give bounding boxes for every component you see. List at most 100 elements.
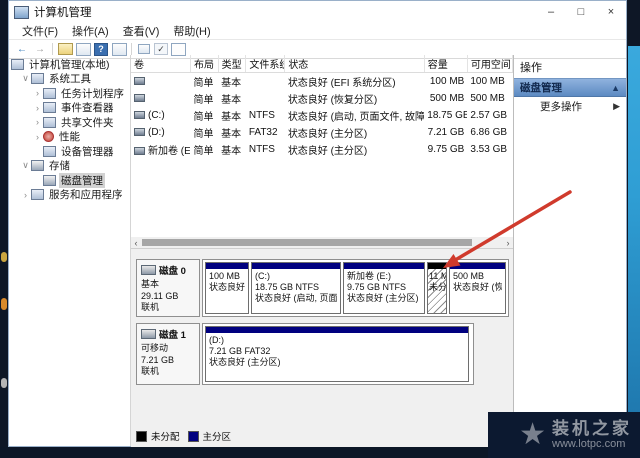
expander-icon[interactable]: ∨	[21, 160, 30, 171]
event-viewer-icon	[43, 102, 56, 113]
col-capacity[interactable]: 容量	[424, 55, 467, 73]
actions-pane: 操作 磁盘管理 ▲ 更多操作 ▶	[513, 55, 626, 446]
graphical-view: 磁盘 0 基本 29.11 GB 联机 100 MB 状	[131, 248, 513, 447]
expander-icon[interactable]: ∨	[21, 73, 30, 84]
col-type[interactable]: 类型	[218, 55, 246, 73]
actions-section-disk-management[interactable]: 磁盘管理 ▲	[514, 78, 626, 97]
shared-folders-icon	[43, 117, 56, 128]
system-tools-icon	[31, 73, 44, 84]
disk-0-strip: 100 MB 状态良好 (C:) 18.75 GB NTFS 状态良好 (启动,…	[202, 259, 509, 317]
storage-icon	[31, 160, 44, 171]
disk-1-row: 磁盘 1 可移动 7.21 GB 联机 (D:) 7.21 GB FAT32	[136, 323, 474, 385]
volume-icon	[134, 94, 145, 102]
expander-icon[interactable]: ›	[33, 88, 42, 98]
app-icon	[14, 6, 29, 19]
desktop-icon[interactable]	[1, 298, 7, 310]
tree-item-services-and-applications[interactable]: › 服务和应用程序	[9, 188, 130, 203]
menu-action[interactable]: 操作(A)	[65, 23, 116, 39]
expander-icon[interactable]: ›	[33, 132, 42, 142]
col-filesystem[interactable]: 文件系统	[246, 55, 285, 73]
col-volume[interactable]: 卷	[131, 55, 190, 73]
desktop-wallpaper	[628, 46, 640, 418]
title-bar[interactable]: 计算机管理 – □ ×	[9, 1, 626, 23]
disk-1-label[interactable]: 磁盘 1 可移动 7.21 GB 联机	[136, 323, 200, 385]
disk-size: 29.11 GB	[141, 291, 195, 303]
forward-icon[interactable]: →	[32, 42, 48, 56]
more-actions-item[interactable]: 更多操作 ▶	[514, 97, 626, 115]
disk-kind: 基本	[141, 279, 195, 291]
task-scheduler-icon	[43, 88, 56, 99]
show-tree-icon[interactable]	[76, 43, 91, 56]
services-icon	[31, 189, 44, 200]
disk-0-label[interactable]: 磁盘 0 基本 29.11 GB 联机	[136, 259, 200, 317]
properties-icon[interactable]	[171, 43, 186, 56]
volume-row[interactable]: (C:) 简单基本 NTFS状态良好 (启动, 页面文件, 故障转储, 主分区)…	[131, 107, 513, 124]
legend-unallocated-label: 未分配	[151, 429, 180, 443]
screen: 计算机管理 – □ × 文件(F) 操作(A) 查看(V) 帮助(H) ← → …	[0, 0, 640, 458]
menu-bar: 文件(F) 操作(A) 查看(V) 帮助(H)	[9, 23, 626, 39]
watermark-star-icon: ★	[519, 420, 546, 450]
tree-item-event-viewer[interactable]: › 事件查看器	[9, 101, 130, 116]
disk-1-strip: (D:) 7.21 GB FAT32 状态良好 (主分区)	[202, 323, 474, 385]
tree-item-shared-folders[interactable]: › 共享文件夹	[9, 115, 130, 130]
tree-item-storage[interactable]: ∨ 存储	[9, 159, 130, 174]
col-layout[interactable]: 布局	[190, 55, 218, 73]
partition-efi[interactable]: 100 MB 状态良好	[205, 262, 249, 314]
disk-icon	[141, 329, 156, 339]
col-free-space[interactable]: 可用空间	[467, 55, 512, 73]
legend-primary-label: 主分区	[203, 429, 232, 443]
disk-size: 7.21 GB	[141, 355, 195, 367]
horizontal-scrollbar[interactable]: ‹ ›	[131, 237, 513, 248]
partition-recovery[interactable]: 500 MB 状态良好 (恢复分区)	[449, 262, 506, 314]
help-icon[interactable]: ?	[94, 43, 108, 56]
desktop-icon[interactable]	[1, 252, 7, 262]
collapse-icon[interactable]: ▲	[611, 83, 620, 93]
disk-name: 磁盘 1	[159, 327, 186, 341]
desktop-icon[interactable]	[1, 378, 7, 388]
tree-item-disk-management[interactable]: 磁盘管理	[9, 173, 130, 188]
menu-file[interactable]: 文件(F)	[15, 23, 65, 39]
scrollbar-thumb[interactable]	[142, 239, 472, 246]
computer-management-window: 计算机管理 – □ × 文件(F) 操作(A) 查看(V) 帮助(H) ← → …	[8, 0, 627, 447]
action-pane-icon[interactable]	[138, 44, 150, 54]
close-button[interactable]: ×	[596, 2, 626, 22]
col-status[interactable]: 状态	[285, 55, 424, 73]
partition-d[interactable]: (D:) 7.21 GB FAT32 状态良好 (主分区)	[205, 326, 469, 382]
partition-unallocated[interactable]: 11 MB 未分配	[427, 262, 447, 314]
volume-row[interactable]: (D:) 简单基本 FAT32状态良好 (主分区) 7.21 GB6.86 GB	[131, 124, 513, 141]
watermark-url: www.lotpc.com	[552, 438, 632, 451]
computer-icon	[11, 59, 24, 70]
scroll-left-icon[interactable]: ‹	[131, 238, 141, 248]
volume-row[interactable]: 简单基本 状态良好 (EFI 系统分区) 100 MB100 MB	[131, 73, 513, 91]
menu-help[interactable]: 帮助(H)	[166, 23, 217, 39]
minimize-button[interactable]: –	[536, 2, 566, 22]
tree-item-performance[interactable]: › 性能	[9, 130, 130, 145]
partition-e[interactable]: 新加卷 (E:) 9.75 GB NTFS 状态良好 (主分区)	[343, 262, 425, 314]
tree-item-task-scheduler[interactable]: › 任务计划程序	[9, 86, 130, 101]
expander-icon[interactable]: ›	[33, 103, 42, 113]
menu-view[interactable]: 查看(V)	[116, 23, 167, 39]
tree-item-system-tools[interactable]: ∨ 系统工具	[9, 72, 130, 87]
disk-name: 磁盘 0	[159, 263, 186, 277]
submenu-arrow-icon: ▶	[613, 101, 626, 112]
partition-c[interactable]: (C:) 18.75 GB NTFS 状态良好 (启动, 页面文件, 故障转储,…	[251, 262, 341, 314]
maximize-button[interactable]: □	[566, 2, 596, 22]
volume-list: 卷 布局 类型 文件系统 状态 容量 可用空间 简单基本 状态良好 (EFI 系…	[131, 55, 513, 158]
check-icon[interactable]: ✓	[154, 43, 168, 55]
up-level-icon[interactable]	[58, 43, 73, 55]
volume-icon	[134, 111, 145, 119]
scroll-right-icon[interactable]: ›	[503, 238, 513, 248]
volume-row[interactable]: 新加卷 (E:) 简单基本 NTFS状态良好 (主分区) 9.75 GB3.53…	[131, 141, 513, 158]
volume-row[interactable]: 简单基本 状态良好 (恢复分区) 500 MB500 MB	[131, 90, 513, 107]
watermark: ★ 装机之家 www.lotpc.com	[488, 412, 640, 458]
legend-primary-swatch	[188, 431, 199, 442]
toolbar-separator	[52, 43, 53, 55]
tree-item-computer-management[interactable]: 计算机管理(本地)	[9, 57, 130, 72]
expander-icon[interactable]: ›	[21, 190, 30, 200]
expander-icon[interactable]: ›	[33, 117, 42, 127]
tree-item-device-manager[interactable]: 设备管理器	[9, 144, 130, 159]
watermark-brand: 装机之家	[552, 420, 632, 438]
back-icon[interactable]: ←	[14, 42, 30, 56]
window-icon[interactable]	[112, 43, 127, 56]
disk-management-pane: 卷 布局 类型 文件系统 状态 容量 可用空间 简单基本 状态良好 (EFI 系…	[131, 55, 513, 446]
